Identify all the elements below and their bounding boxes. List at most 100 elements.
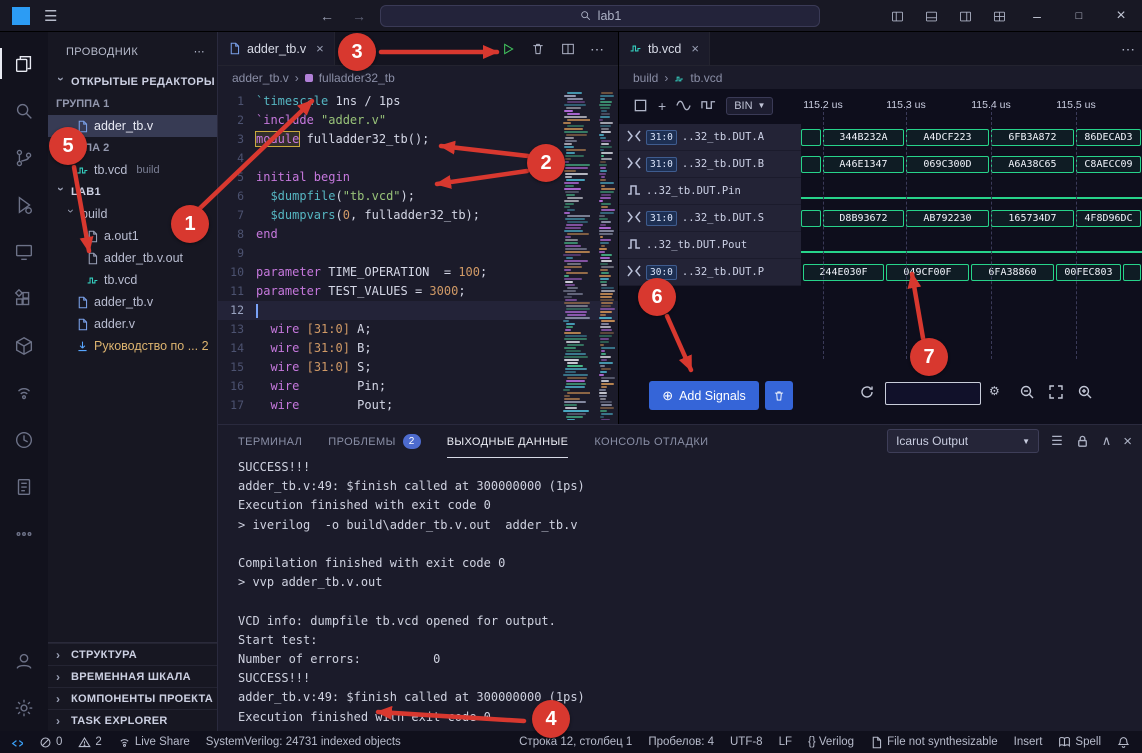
output-filter-icon[interactable]: ☰ — [1051, 433, 1063, 449]
zoom-in-icon[interactable] — [1077, 384, 1093, 400]
nav-forward-icon[interactable]: → — [352, 8, 366, 24]
tree-item-ОТКРЫТЫЕ-РЕДАКТОРЫ[interactable]: ›ОТКРЫТЫЕ РЕДАКТОРЫ — [48, 71, 217, 93]
status-item-SystemVerilog:[interactable]: SystemVerilog: 24731 indexed objects — [206, 736, 401, 748]
wave-search-input[interactable] — [885, 382, 981, 405]
minimize-button[interactable]: – — [1016, 0, 1058, 32]
editor-more-icon[interactable]: ⋯ — [590, 41, 604, 58]
close-button[interactable]: × — [1100, 0, 1142, 32]
tab-close-icon[interactable]: × — [691, 41, 699, 56]
activity-item-account[interactable] — [0, 637, 48, 684]
panel-tab-КОНСОЛЬ ОТЛАДКИ[interactable]: КОНСОЛЬ ОТЛАДКИ — [594, 425, 708, 458]
line-text: initial begin — [256, 168, 350, 187]
tree-item-Руководство-по-...-2[interactable]: Руководство по ... 2 — [48, 335, 217, 357]
signal-name-row[interactable]: 31:0..32_tb.DUT.S — [619, 205, 801, 232]
breadcrumb[interactable]: adder_tb.v › fulladder32_tb — [218, 66, 618, 89]
toggle-panel-icon[interactable] — [914, 0, 948, 32]
status-item-bell[interactable] — [1117, 736, 1130, 749]
maximize-panel-icon[interactable]: ∧ — [1102, 433, 1112, 449]
refresh-icon[interactable] — [859, 384, 875, 400]
tree-item-LAB1[interactable]: ›LAB1 — [48, 181, 217, 203]
breadcrumb-symbol[interactable]: fulladder32_tb — [319, 71, 395, 85]
status-item-circle-slash[interactable]: 0 — [39, 736, 62, 749]
status-item-broadcast[interactable]: Live Share — [118, 736, 190, 749]
signal-name-row[interactable]: 31:0..32_tb.DUT.A — [619, 124, 801, 151]
status-item-book[interactable]: Spell — [1058, 736, 1101, 749]
code-lines[interactable]: 1`timescale 1ns / 1ps2`include "adder.v"… — [218, 89, 618, 424]
gear-icon[interactable]: ⚙ — [989, 384, 1000, 398]
status-item-remote[interactable] — [8, 735, 23, 750]
tree-item-adder_tb.v.out[interactable]: adder_tb.v.out — [48, 247, 217, 269]
panel-tab-ВЫХОДНЫЕ ДАННЫЕ[interactable]: ВЫХОДНЫЕ ДАННЫЕ — [447, 425, 569, 458]
breadcrumb-file[interactable]: adder_tb.v — [232, 71, 289, 85]
activity-item-remote-explorer[interactable] — [0, 228, 48, 275]
nav-back-icon[interactable]: ← — [320, 8, 334, 24]
customize-layout-icon[interactable] — [982, 0, 1016, 32]
output-console[interactable]: SUCCESS!!!adder_tb.v:49: $finish called … — [238, 458, 1136, 729]
zoom-fit-icon[interactable] — [1048, 384, 1064, 400]
breadcrumb[interactable]: build › tb.vcd — [619, 66, 1142, 89]
activity-item-extensions[interactable] — [0, 275, 48, 322]
module-symbol-icon — [305, 74, 313, 82]
output-channel-select[interactable]: Icarus Output▼ — [887, 429, 1039, 453]
add-marker-icon[interactable]: + — [658, 98, 666, 114]
tab-close-icon[interactable]: × — [316, 41, 324, 56]
activity-item-more[interactable] — [0, 510, 48, 557]
signal-name-row[interactable]: 31:0..32_tb.DUT.B — [619, 151, 801, 178]
activity-item-containers[interactable] — [0, 322, 48, 369]
trash-icon[interactable] — [530, 41, 546, 57]
toggle-secondary-sidebar-icon[interactable] — [948, 0, 982, 32]
sidebar-more-icon[interactable]: ⋯ — [194, 45, 205, 58]
activity-item-settings[interactable] — [0, 684, 48, 731]
tab-adder-tb-v[interactable]: adder_tb.v × — [218, 32, 335, 65]
editor-more-icon[interactable]: ⋯ — [1121, 41, 1135, 58]
activity-item-search[interactable] — [0, 87, 48, 134]
status-item-{}[interactable]: {} Verilog — [808, 736, 854, 748]
format-select[interactable]: BIN▼ — [726, 97, 773, 115]
value-box-icon[interactable] — [633, 98, 648, 113]
tree-item-tb.vcd[interactable]: tb.vcd — [48, 269, 217, 291]
status-item-warning[interactable]: 2 — [78, 736, 101, 749]
status-item-LF[interactable]: LF — [779, 736, 792, 748]
add-signals-button[interactable]: ⊕Add Signals — [649, 381, 759, 410]
breadcrumb-folder[interactable]: build — [633, 71, 658, 85]
panel-tab-ТЕРМИНАЛ[interactable]: ТЕРМИНАЛ — [238, 425, 302, 458]
breadcrumb-file[interactable]: tb.vcd — [690, 71, 722, 85]
sidebar-section-КОМПОНЕНТЫ ПРОЕКТА[interactable]: ›КОМПОНЕНТЫ ПРОЕКТА — [48, 687, 217, 709]
minimap[interactable] — [563, 92, 590, 420]
status-item-Строка[interactable]: Строка 12, столбец 1 — [519, 736, 632, 748]
square-wave-icon[interactable] — [701, 98, 716, 113]
sidebar-section-ВРЕМЕННАЯ ШКАЛА[interactable]: ›ВРЕМЕННАЯ ШКАЛА — [48, 665, 217, 687]
waveform-bottom-bar: ⊕Add Signals ⚙ — [619, 378, 1142, 418]
search-box[interactable]: lab1 — [380, 5, 820, 27]
activity-item-run-debug[interactable] — [0, 181, 48, 228]
activity-item-history[interactable] — [0, 416, 48, 463]
close-panel-icon[interactable]: × — [1123, 433, 1132, 450]
status-item-doc[interactable]: File not synthesizable — [870, 736, 998, 749]
tree-item-adder.v[interactable]: adder.v — [48, 313, 217, 335]
run-button[interactable] — [500, 41, 516, 57]
signal-name-row[interactable]: ..32_tb.DUT.Pin — [619, 178, 801, 205]
tab-tb-vcd[interactable]: tb.vcd × — [619, 32, 710, 65]
maximize-button[interactable]: □ — [1058, 0, 1100, 32]
toggle-sidebar-icon[interactable] — [880, 0, 914, 32]
panel-tab-ПРОБЛЕМЫ[interactable]: ПРОБЛЕМЫ2 — [328, 425, 420, 458]
status-item-Пробелов:[interactable]: Пробелов: 4 — [648, 736, 714, 748]
split-editor-icon[interactable] — [560, 41, 576, 57]
activity-item-explorer[interactable] — [0, 40, 48, 87]
tree-item-ГРУППА-1[interactable]: ГРУППА 1 — [48, 93, 217, 115]
activity-item-broadcast[interactable] — [0, 369, 48, 416]
activity-item-source-control[interactable] — [0, 134, 48, 181]
menu-icon[interactable]: ☰ — [44, 7, 57, 25]
status-item-UTF-8[interactable]: UTF-8 — [730, 736, 763, 748]
status-item-Insert[interactable]: Insert — [1014, 736, 1043, 748]
sidebar-section-СТРУКТУРА[interactable]: ›СТРУКТУРА — [48, 643, 217, 665]
delete-signals-button[interactable] — [765, 381, 793, 410]
sine-wave-icon[interactable] — [676, 98, 691, 113]
tree-item-adder_tb.v[interactable]: adder_tb.v — [48, 291, 217, 313]
lock-scroll-icon[interactable] — [1075, 434, 1090, 449]
overview-ruler[interactable] — [599, 92, 615, 420]
activity-item-notes[interactable] — [0, 463, 48, 510]
sidebar-section-TASK EXPLORER[interactable]: ›TASK EXPLORER — [48, 709, 217, 731]
signal-name-row[interactable]: ..32_tb.DUT.Pout — [619, 232, 801, 259]
zoom-out-icon[interactable] — [1019, 384, 1035, 400]
